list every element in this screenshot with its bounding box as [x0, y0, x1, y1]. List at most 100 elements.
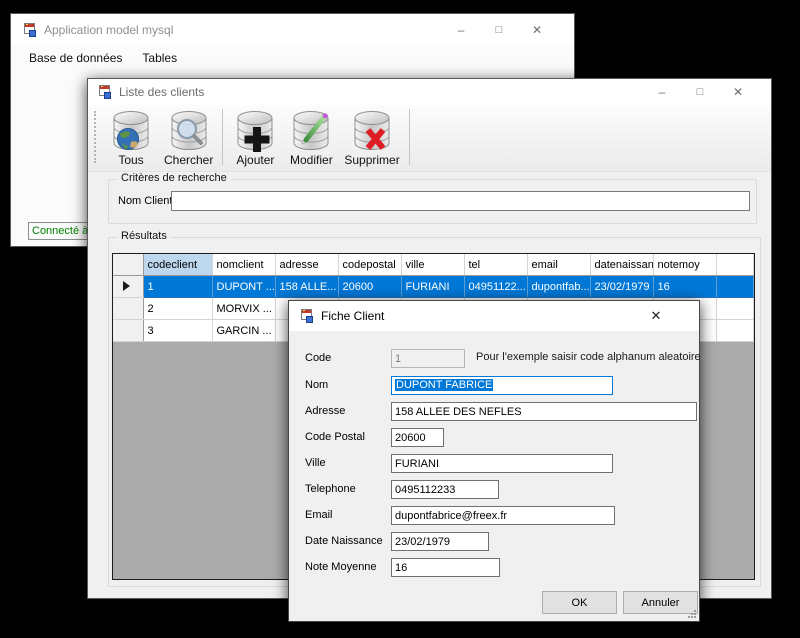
column-header-codeclient[interactable]: codeclient: [143, 254, 212, 276]
telephone-label: Telephone: [305, 480, 356, 499]
form-icon: [298, 309, 314, 323]
row-header-cell[interactable]: [113, 320, 143, 342]
nom-field[interactable]: DUPONT FABRICE: [391, 376, 613, 395]
supprimer-button-label: Supprimer: [344, 154, 399, 167]
nom-selected-text: DUPONT FABRICE: [395, 379, 493, 391]
column-header-email[interactable]: email: [527, 254, 590, 276]
toolbar-separator: [409, 109, 410, 165]
search-criteria-groupbox: Critères de recherche Nom Client: [108, 179, 757, 224]
maximize-icon[interactable]: □: [480, 14, 518, 45]
cell-filler: [716, 320, 754, 342]
main-window-titlebar: Application model mysql – □ ✕: [11, 14, 574, 45]
nom-client-input[interactable]: [171, 191, 750, 211]
code-label: Code: [305, 349, 331, 368]
supprimer-button[interactable]: Supprimer: [339, 107, 404, 169]
ville-field[interactable]: [391, 454, 613, 473]
ok-button[interactable]: OK: [542, 591, 617, 614]
column-header-nomclient[interactable]: nomclient: [212, 254, 275, 276]
results-legend: Résultats: [117, 230, 171, 242]
main-window-caption-buttons: – □ ✕: [442, 14, 556, 45]
fiche-client-dialog: Fiche Client ✕ Code Pour l'exemple saisi…: [288, 300, 700, 622]
column-header-codepostal[interactable]: codepostal: [338, 254, 401, 276]
email-field[interactable]: [391, 506, 615, 525]
cell-codepostal[interactable]: 20600: [338, 276, 401, 298]
database-globe-icon: [108, 108, 154, 154]
table-row-selected[interactable]: 1 DUPONT ... 158 ALLE... 20600 FURIANI 0…: [113, 276, 754, 298]
toolbar: Tous Chercher Ajouter: [88, 105, 771, 172]
cell-nomclient[interactable]: GARCIN ...: [212, 320, 275, 342]
database-add-icon: [232, 108, 278, 154]
chercher-button[interactable]: Chercher: [159, 107, 218, 169]
fiche-client-title: Fiche Client: [321, 309, 384, 323]
cell-tel[interactable]: 04951122...: [464, 276, 527, 298]
clients-list-caption-buttons: – □ ✕: [643, 79, 757, 105]
cell-adresse[interactable]: 158 ALLE...: [275, 276, 338, 298]
app-icon: [21, 23, 37, 37]
code-postal-field[interactable]: [391, 428, 444, 447]
cell-datenaissance[interactable]: 23/02/1979: [590, 276, 653, 298]
email-label: Email: [305, 506, 333, 525]
tous-button[interactable]: Tous: [103, 107, 159, 169]
resize-grip[interactable]: [687, 609, 696, 618]
column-header-datenaissance[interactable]: datenaissance: [590, 254, 653, 276]
note-moyenne-field[interactable]: [391, 558, 500, 577]
cell-filler: [716, 298, 754, 320]
clients-list-title: Liste des clients: [119, 85, 204, 99]
database-delete-icon: [349, 108, 395, 154]
adresse-label: Adresse: [305, 402, 345, 421]
ajouter-button[interactable]: Ajouter: [227, 107, 283, 169]
cell-nomclient[interactable]: DUPONT ...: [212, 276, 275, 298]
main-window-title: Application model mysql: [44, 23, 173, 37]
row-indicator-icon[interactable]: [113, 276, 143, 298]
nom-client-label: Nom Client: [118, 195, 172, 207]
fiche-client-titlebar: Fiche Client ✕: [289, 301, 699, 331]
ville-label: Ville: [305, 454, 326, 473]
modifier-button-label: Modifier: [290, 154, 333, 167]
date-naissance-label: Date Naissance: [305, 532, 383, 551]
column-header-adresse[interactable]: adresse: [275, 254, 338, 276]
adresse-field[interactable]: [391, 402, 697, 421]
code-postal-label: Code Postal: [305, 428, 365, 447]
toolbar-separator: [222, 109, 223, 165]
header-row: codeclient nomclient adresse codepostal …: [113, 254, 754, 276]
telephone-field[interactable]: [391, 480, 499, 499]
cell-ville[interactable]: FURIANI: [401, 276, 464, 298]
tous-button-label: Tous: [118, 154, 143, 167]
close-icon[interactable]: ✕: [637, 301, 675, 331]
minimize-icon[interactable]: –: [442, 14, 480, 45]
nom-label: Nom: [305, 376, 328, 395]
cell-codeclient[interactable]: 1: [143, 276, 212, 298]
column-header-ville[interactable]: ville: [401, 254, 464, 276]
cell-codeclient[interactable]: 2: [143, 298, 212, 320]
menu-item-base-de-donnees[interactable]: Base de données: [19, 47, 132, 69]
cell-email[interactable]: dupontfab...: [527, 276, 590, 298]
row-header-cell[interactable]: [113, 298, 143, 320]
database-edit-icon: [288, 108, 334, 154]
cell-filler: [716, 276, 754, 298]
chercher-button-label: Chercher: [164, 154, 213, 167]
form-icon: [96, 85, 112, 99]
close-icon[interactable]: ✕: [719, 79, 757, 105]
cell-nomclient[interactable]: MORVIX ...: [212, 298, 275, 320]
column-header-tel[interactable]: tel: [464, 254, 527, 276]
minimize-icon[interactable]: –: [643, 79, 681, 105]
clients-list-titlebar: Liste des clients – □ ✕: [88, 79, 771, 105]
column-header-filler: [716, 254, 754, 276]
code-hint-text: Pour l'exemple saisir code alphanum alea…: [476, 351, 701, 363]
ajouter-button-label: Ajouter: [236, 154, 274, 167]
column-header-notemoy[interactable]: notemoy: [653, 254, 716, 276]
code-field: [391, 349, 465, 368]
desktop: Application model mysql – □ ✕ Base de do…: [0, 0, 800, 638]
close-icon[interactable]: ✕: [518, 14, 556, 45]
cell-notemoy[interactable]: 16: [653, 276, 716, 298]
date-naissance-field[interactable]: [391, 532, 489, 551]
modifier-button[interactable]: Modifier: [283, 107, 339, 169]
cell-codeclient[interactable]: 3: [143, 320, 212, 342]
search-criteria-legend: Critères de recherche: [117, 172, 231, 184]
maximize-icon[interactable]: □: [681, 79, 719, 105]
grid-corner-cell[interactable]: [113, 254, 143, 276]
note-moyenne-label: Note Moyenne: [305, 558, 377, 577]
menu-item-tables[interactable]: Tables: [132, 47, 187, 69]
menu-bar: Base de données Tables: [11, 45, 574, 70]
toolbar-grip[interactable]: [94, 111, 98, 163]
